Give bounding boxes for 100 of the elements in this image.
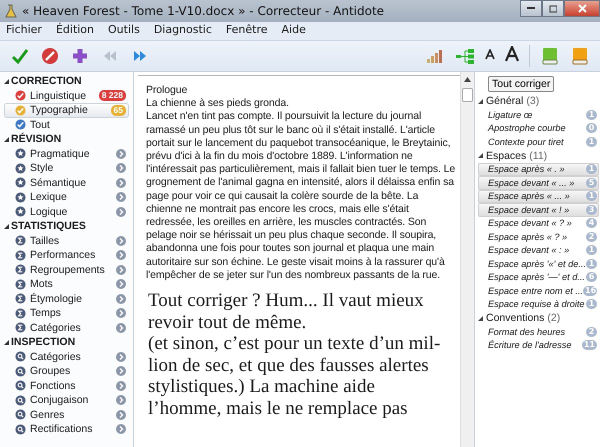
count-badge: 1 xyxy=(586,136,597,147)
menu-item[interactable]: Outils xyxy=(108,23,140,39)
rule-item[interactable]: Espace après « ... » 1 xyxy=(478,190,599,203)
count-badge: 8 228 xyxy=(98,90,126,102)
check-icon[interactable] xyxy=(10,46,30,66)
count-badge: 16 xyxy=(583,286,597,296)
sidebar-item[interactable]: Fonctions xyxy=(4,378,129,393)
menu-item[interactable]: Fichier xyxy=(6,23,42,39)
sidebar-item[interactable]: Temps xyxy=(4,306,129,320)
arrow-circle-icon[interactable] xyxy=(116,308,126,318)
rule-item[interactable]: Espace requise à droite 1 xyxy=(478,298,599,311)
count-badge: 1 xyxy=(586,110,597,120)
rule-item[interactable]: Ligature œ 1 xyxy=(478,108,599,122)
rule-item[interactable]: Écriture de l'adresse 11 xyxy=(478,338,599,352)
arrow-circle-icon[interactable] xyxy=(116,352,126,362)
arrow-circle-icon[interactable] xyxy=(116,366,126,376)
sidebar-item[interactable]: Performances xyxy=(4,248,129,262)
rule-item[interactable]: Contexte pour tiret 1 xyxy=(478,135,599,148)
rule-item[interactable]: Espace devant « ... » 5 xyxy=(478,176,599,190)
arrow-circle-icon[interactable] xyxy=(116,192,126,202)
arrow-circle-icon[interactable] xyxy=(116,279,126,290)
stop-icon[interactable] xyxy=(40,46,60,66)
item-label: Pragmatique xyxy=(30,148,91,160)
rule-item[interactable]: Espace après « ? » 2 xyxy=(478,230,599,244)
plus-icon[interactable] xyxy=(70,46,90,66)
arrow-circle-icon[interactable] xyxy=(116,264,126,275)
scrollbar-thumb[interactable] xyxy=(462,88,473,102)
sidebar-item[interactable]: Style xyxy=(4,161,129,176)
rule-item[interactable]: Espace entre nom et ... 16 xyxy=(478,284,599,298)
expand-icon[interactable] xyxy=(478,98,483,104)
sidebar-item[interactable]: Conjugaison xyxy=(4,393,129,408)
sidebar-item[interactable]: Genres xyxy=(4,408,129,422)
sidebar-item[interactable]: Tout xyxy=(4,118,129,132)
arrow-circle-icon[interactable] xyxy=(116,163,126,174)
sidebar-item[interactable]: Sémantique xyxy=(4,176,129,190)
section-title: RÉVISION xyxy=(11,132,62,146)
group-title: Espaces xyxy=(486,150,526,162)
rule-item[interactable]: Format des heures 2 xyxy=(478,325,599,338)
expand-icon[interactable] xyxy=(4,78,9,84)
count-badge: 1 xyxy=(586,245,597,256)
arrow-circle-icon[interactable] xyxy=(116,410,126,420)
expand-icon[interactable] xyxy=(4,136,9,142)
sidebar-item[interactable]: Rectifications xyxy=(4,422,129,436)
expand-icon[interactable] xyxy=(478,316,483,320)
book-icon[interactable] xyxy=(570,46,590,66)
arrow-circle-icon[interactable] xyxy=(116,294,126,304)
sigma-icon xyxy=(15,293,26,304)
arrow-circle-icon[interactable] xyxy=(116,424,126,434)
group-title: Général xyxy=(486,95,524,107)
sidebar-item[interactable]: Logique xyxy=(4,204,129,219)
arrow-circle-icon[interactable] xyxy=(116,250,126,260)
sidebar-item[interactable]: Catégories xyxy=(4,350,129,364)
expand-icon[interactable] xyxy=(4,340,9,345)
sidebar-item[interactable]: Mots xyxy=(4,277,129,292)
arrow-circle-icon[interactable] xyxy=(116,148,126,159)
arrow-circle-icon[interactable] xyxy=(116,236,126,246)
menu-item[interactable]: Fenêtre xyxy=(226,23,268,39)
arrow-circle-icon[interactable] xyxy=(116,380,126,391)
arrow-circle-icon[interactable] xyxy=(116,178,126,188)
sidebar-item[interactable]: Linguistique 8 228 xyxy=(4,88,129,103)
arrow-circle-icon[interactable] xyxy=(116,395,126,406)
fix-all-button[interactable]: Tout corriger xyxy=(488,76,554,92)
rule-item[interactable]: Espace après '—' et d... 6 xyxy=(478,270,599,284)
scrollbar[interactable] xyxy=(460,72,474,447)
count-badge: 0 xyxy=(586,123,597,134)
rule-item[interactable]: Apostrophe courbe 0 xyxy=(478,122,599,135)
close-button[interactable] xyxy=(564,0,600,17)
expand-icon[interactable] xyxy=(478,153,483,158)
section-title: INSPECTION xyxy=(11,335,76,350)
star-icon xyxy=(15,206,26,218)
rule-item[interactable]: Espace après '«' et de... 1 xyxy=(478,257,599,270)
item-label: Genres xyxy=(30,408,66,421)
sidebar-item[interactable]: Typographie 65 xyxy=(4,103,129,118)
sidebar-item[interactable]: Étymologie xyxy=(4,292,129,306)
item-label: Typographie xyxy=(30,104,89,116)
item-label: Regroupements xyxy=(30,264,106,276)
rule-item[interactable]: Espace après « . » 1 xyxy=(478,162,599,176)
count-badge: 1 xyxy=(586,299,597,310)
rule-item[interactable]: Espace devant « : » 1 xyxy=(478,244,599,257)
tree-icon[interactable] xyxy=(455,46,475,66)
menu-item[interactable]: Aide xyxy=(282,23,306,39)
rule-item[interactable]: Espace devant « ! » 3 xyxy=(478,203,599,216)
maximize-button[interactable] xyxy=(542,0,564,17)
arrow-circle-icon[interactable] xyxy=(116,322,126,333)
menu-item[interactable]: Édition xyxy=(56,23,94,39)
menu-item[interactable]: Diagnostic xyxy=(154,23,212,39)
expand-icon[interactable] xyxy=(4,224,9,229)
book-icon[interactable] xyxy=(540,46,560,66)
sidebar-item[interactable]: Pragmatique xyxy=(4,146,129,161)
sidebar-item[interactable]: Tailles xyxy=(4,234,129,248)
rule-item[interactable]: Espace devant « ? » 4 xyxy=(478,216,599,230)
sidebar-item[interactable]: Regroupements xyxy=(4,262,129,277)
sidebar-item[interactable]: Catégories xyxy=(4,320,129,335)
up-arrow-icon[interactable] xyxy=(464,77,471,82)
arrow-circle-icon[interactable] xyxy=(116,206,126,217)
sidebar-item[interactable]: Groupes xyxy=(4,364,129,378)
group-count: (3) xyxy=(526,95,540,107)
count-badge: 4 xyxy=(586,218,597,228)
minimize-button[interactable] xyxy=(520,0,542,17)
sidebar-item[interactable]: Lexique xyxy=(4,190,129,204)
